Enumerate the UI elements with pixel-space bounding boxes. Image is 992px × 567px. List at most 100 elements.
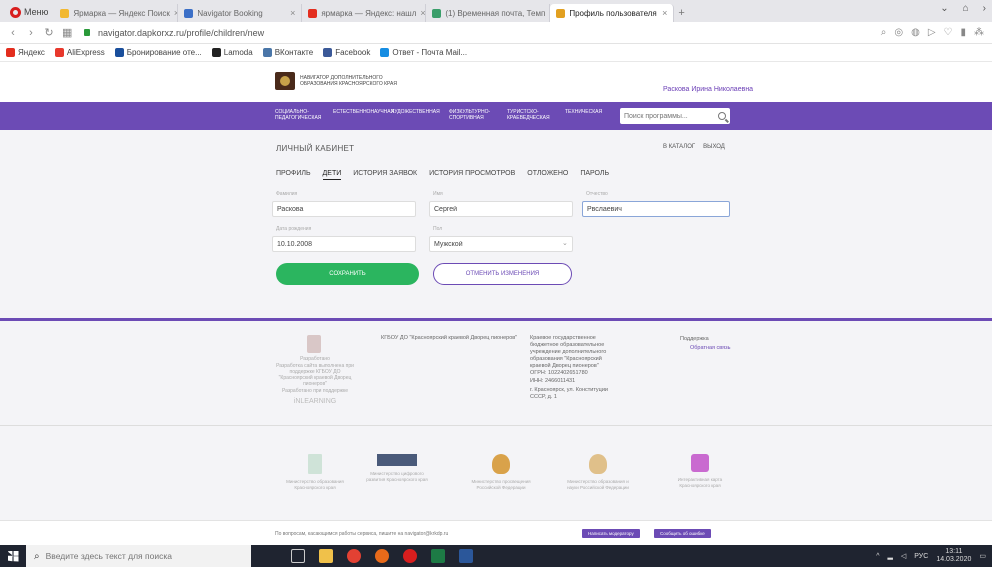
program-search-input[interactable]: [624, 112, 712, 120]
partner-item[interactable]: Министерство просвещения Российской Феде…: [466, 454, 536, 490]
bookmark-label: Lamoda: [223, 48, 253, 57]
chrome-icon[interactable]: [347, 549, 361, 563]
pin-icon[interactable]: ⌂: [963, 3, 969, 14]
task-view-icon[interactable]: [291, 549, 305, 563]
browser-tab[interactable]: Ярмарка — Яндекс Поиск ×: [54, 4, 179, 22]
tab-profile[interactable]: Профиль: [276, 170, 311, 180]
partner-item[interactable]: Интерактивная карта Красноярского края: [665, 454, 735, 488]
close-icon[interactable]: ×: [290, 8, 295, 18]
menu-item[interactable]: Техническая: [565, 109, 602, 121]
birthdate-field[interactable]: [272, 236, 416, 252]
support-label: Поддержка: [680, 336, 709, 342]
file-explorer-icon[interactable]: [319, 549, 333, 563]
volume-icon[interactable]: ◁: [901, 552, 906, 560]
navigator-icon: [184, 8, 194, 18]
bookmark-item[interactable]: ВКонтакте: [262, 48, 313, 57]
reload-icon[interactable]: ↻: [44, 26, 54, 39]
heart-icon[interactable]: ♡: [944, 27, 953, 38]
partner-caption: Министерство образования и науки Российс…: [567, 479, 629, 490]
bookmark-item[interactable]: Бронирование оте...: [114, 48, 202, 57]
institution-name: Краевое государственное бюджетное образо…: [530, 335, 607, 369]
forward-icon[interactable]: ›: [26, 27, 36, 39]
chevron-up-icon[interactable]: ^: [876, 553, 879, 560]
extension-icon[interactable]: ⁂: [974, 27, 984, 38]
tab-children[interactable]: Дети: [322, 170, 342, 180]
gender-label: Пол: [433, 226, 443, 232]
bookmark-item[interactable]: AliExpress: [54, 48, 105, 57]
report-error-button[interactable]: Сообщить об ошибке: [654, 529, 711, 538]
main-navigation: Социально-педагогическая Естественнонауч…: [0, 102, 992, 130]
language-indicator[interactable]: РУС: [914, 553, 928, 560]
partner-item[interactable]: Министерство цифрового развития Краснояр…: [362, 454, 432, 482]
send-icon[interactable]: ▷: [928, 27, 936, 38]
search-icon[interactable]: ⌕: [881, 27, 887, 38]
surname-field[interactable]: [272, 201, 416, 217]
tab-postponed[interactable]: Отложено: [527, 170, 568, 180]
cancel-changes-button[interactable]: Отменить изменения: [433, 263, 572, 285]
network-icon[interactable]: ▂: [888, 552, 893, 560]
excel-icon[interactable]: [431, 549, 445, 563]
opera-menu-button[interactable]: Меню: [4, 2, 54, 22]
menu-item[interactable]: Физкультурно-спортивная: [449, 109, 495, 121]
partner-item[interactable]: Министерство образования Красноярского к…: [280, 454, 350, 490]
taskbar-search-input[interactable]: [45, 551, 236, 561]
bookmark-item[interactable]: Facebook: [323, 48, 370, 57]
notifications-icon[interactable]: ▭: [979, 552, 986, 560]
expand-icon[interactable]: ›: [983, 3, 986, 14]
site-logo[interactable]: НАВИГАТОР ДОПОЛНИТЕЛЬНОГО ОБРАЗОВАНИЯ КР…: [275, 72, 420, 90]
ogrn: ОГРН: 1022402651780: [530, 370, 588, 376]
search-icon[interactable]: [718, 112, 726, 120]
url-field[interactable]: navigator.dapkorxz.ru/profile/children/n…: [98, 28, 264, 38]
close-icon[interactable]: ×: [662, 8, 667, 18]
browser-tab[interactable]: ярмарка — Яндекс: нашл ×: [302, 4, 427, 22]
tab-applications-history[interactable]: История заявок: [353, 170, 417, 180]
bookmark-item[interactable]: Яндекс: [6, 48, 45, 57]
logout-link[interactable]: ВЫХОД: [703, 144, 725, 150]
vpn-icon[interactable]: ◍: [911, 27, 920, 38]
tab-label: Ярмарка — Яндекс Поиск: [73, 8, 170, 18]
cabinet-links: В КАТАЛОГ ВЫХОД: [663, 144, 725, 150]
bookmark-icon[interactable]: ▮: [960, 27, 966, 38]
inn: ИНН: 2466011431: [530, 378, 576, 384]
user-name-link[interactable]: Раскова Ирина Николаевна: [663, 86, 753, 93]
back-icon[interactable]: ‹: [8, 27, 18, 39]
menu-item[interactable]: Естественнонаучная: [333, 109, 394, 121]
firefox-icon[interactable]: [375, 549, 389, 563]
menu-item[interactable]: Социально-педагогическая: [275, 109, 321, 121]
browser-tab-active[interactable]: Профиль пользователя ×: [550, 4, 675, 22]
lock-icon: [84, 29, 90, 36]
bookmark-item[interactable]: Ответ - Почта Mail...: [380, 48, 467, 57]
camera-icon[interactable]: ◎: [894, 27, 903, 38]
menu-item[interactable]: Туристско-краеведческая: [507, 109, 553, 121]
menu-item[interactable]: Художественная: [391, 109, 440, 121]
footer-info: Разработано Разработка сайта выполнена п…: [0, 321, 992, 425]
browser-tab[interactable]: Navigator Booking ×: [178, 4, 303, 22]
browser-tab[interactable]: (1) Временная почта, Темп ×: [426, 4, 551, 22]
tab-views-history[interactable]: История просмотров: [429, 170, 515, 180]
catalog-link[interactable]: В КАТАЛОГ: [663, 144, 695, 150]
bookmark-label: Facebook: [335, 48, 371, 57]
opera-icon[interactable]: [403, 549, 417, 563]
close-icon[interactable]: ×: [420, 8, 425, 18]
new-tab-button[interactable]: +: [678, 7, 690, 19]
window-controls: ⌄ ⌂ ›: [940, 3, 986, 14]
chevron-down-icon: ⌄: [562, 240, 568, 247]
windows-icon: [7, 550, 19, 562]
save-button[interactable]: Сохранить: [276, 263, 419, 285]
tab-label: Navigator Booking: [197, 8, 263, 18]
patronymic-field[interactable]: [582, 201, 730, 217]
gender-select[interactable]: [429, 236, 573, 252]
bookmark-item[interactable]: Lamoda: [211, 48, 253, 57]
program-search: [620, 108, 730, 124]
word-icon[interactable]: [459, 549, 473, 563]
minimize-icon[interactable]: ⌄: [940, 3, 948, 14]
partner-item[interactable]: Министерство образования и науки Российс…: [563, 454, 633, 490]
write-moderator-button[interactable]: Написать модератору: [582, 529, 640, 538]
support-link[interactable]: Обратная связь: [690, 345, 731, 351]
speed-dial-icon[interactable]: ▦: [62, 26, 72, 39]
name-field[interactable]: [429, 201, 573, 217]
tab-password[interactable]: Пароль: [580, 170, 609, 180]
start-button[interactable]: [0, 545, 26, 567]
ilearning-caption: Разработано при поддержке: [281, 388, 349, 394]
clock[interactable]: 13:11 14.03.2020: [936, 548, 971, 564]
